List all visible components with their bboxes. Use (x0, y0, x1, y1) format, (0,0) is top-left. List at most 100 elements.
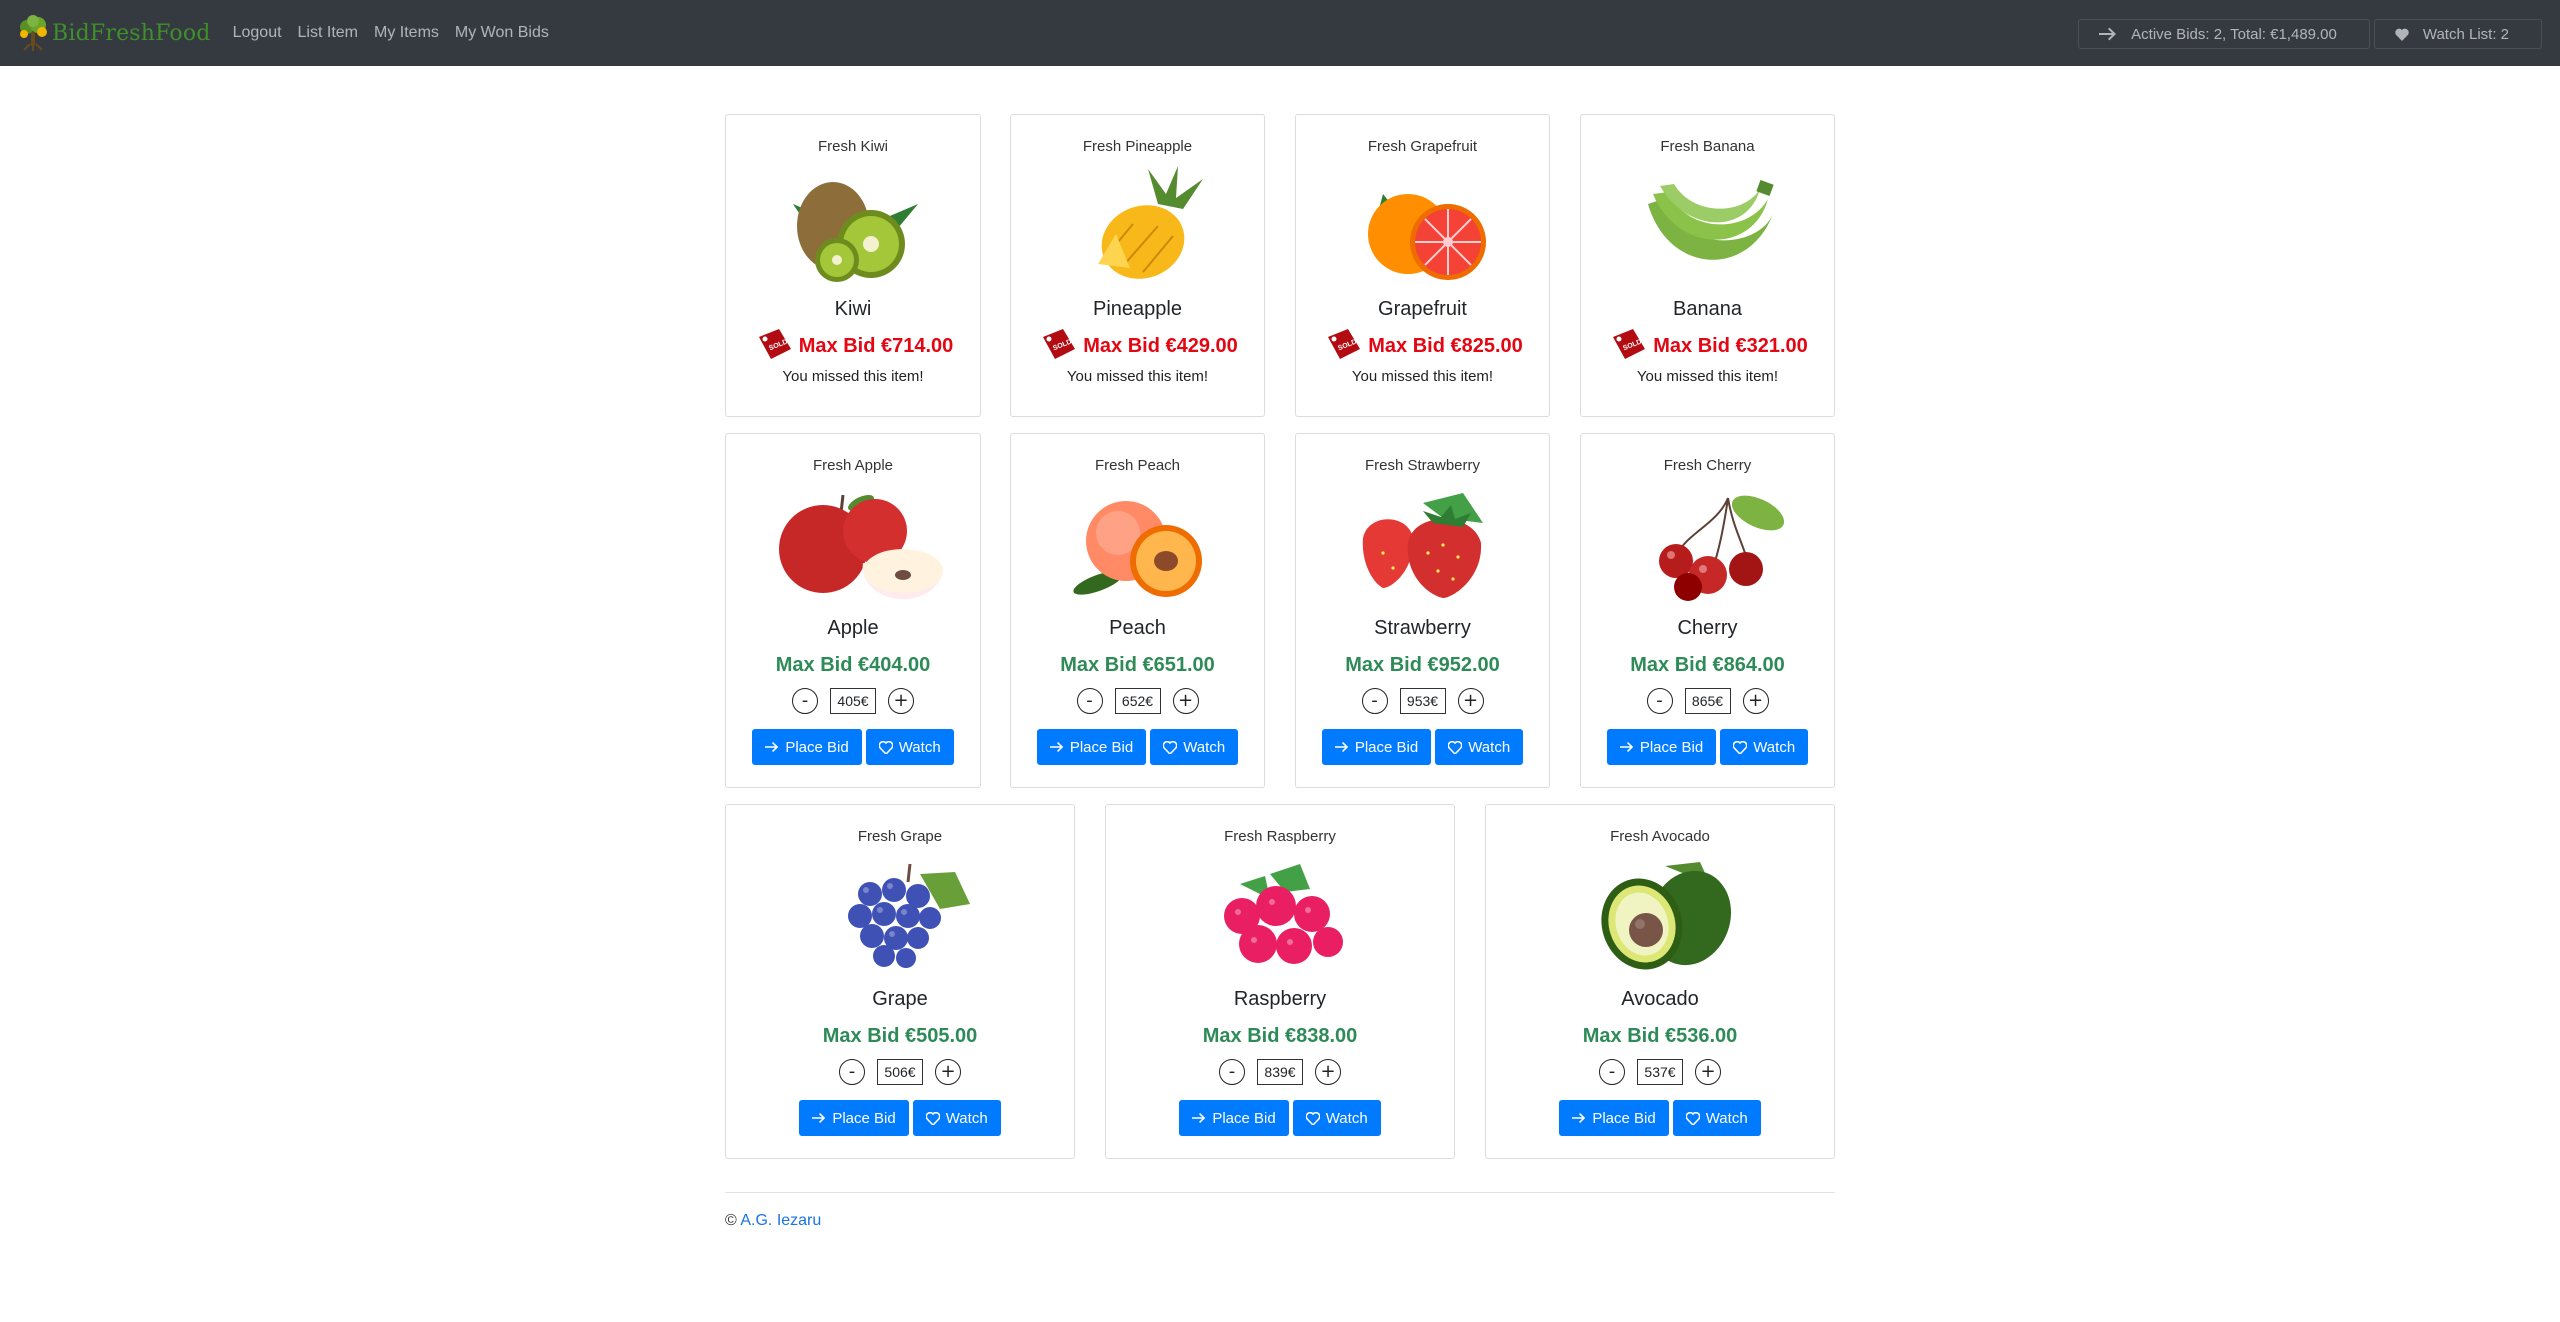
arrow-right-icon (1334, 742, 1349, 752)
bid-amount-input[interactable] (1399, 688, 1446, 714)
cherry-image (1608, 483, 1808, 605)
bid-stepper: - + (1076, 687, 1199, 715)
watch-button[interactable]: Watch (1720, 729, 1809, 765)
nav-logout[interactable]: Logout (233, 24, 282, 42)
watch-button[interactable]: Watch (1435, 729, 1524, 765)
item-name: Grapefruit (1378, 298, 1467, 320)
place-bid-button[interactable]: Place Bid (1036, 729, 1147, 765)
arrow-right-icon (1619, 742, 1634, 752)
item-card-raspberry: Fresh Raspberry Raspberry Max Bid €838.0… (1105, 804, 1455, 1159)
watch-list-pill[interactable]: Watch List: 2 (2373, 19, 2542, 49)
nav-my-items[interactable]: My Items (374, 24, 439, 42)
heart-icon (1733, 740, 1748, 754)
increase-bid-button[interactable]: + (935, 1059, 961, 1085)
raspberry-image (1180, 854, 1380, 976)
heart-icon (925, 1111, 940, 1125)
place-bid-button[interactable]: Place Bid (752, 729, 862, 765)
decrease-bid-button[interactable]: - (839, 1059, 865, 1085)
pineapple-image (1038, 164, 1238, 286)
banana-image (1608, 164, 1808, 286)
decrease-bid-button[interactable]: - (1599, 1059, 1625, 1085)
heart-icon (2395, 28, 2409, 41)
watch-button[interactable]: Watch (865, 729, 954, 765)
increase-bid-button[interactable]: + (1315, 1059, 1341, 1085)
bid-amount-input[interactable] (1114, 688, 1161, 714)
item-name: Kiwi (834, 298, 872, 320)
max-bid-price: Max Bid €952.00 (1345, 653, 1500, 676)
card-header: Fresh Avocado (1610, 828, 1710, 845)
place-bid-button[interactable]: Place Bid (1559, 1100, 1669, 1136)
decrease-bid-button[interactable]: - (1219, 1059, 1245, 1085)
bid-amount-input[interactable] (1637, 1059, 1683, 1085)
nav-status-group: Active Bids: 2, Total: €1,489.00 Watch L… (2078, 19, 2542, 49)
sold-tag-icon: SOLD (1043, 329, 1076, 359)
place-bid-button[interactable]: Place Bid (799, 1100, 909, 1136)
card-header: Fresh Apple (812, 457, 894, 474)
increase-bid-button[interactable]: + (1742, 688, 1769, 714)
item-name: Raspberry (1233, 988, 1327, 1010)
item-name: Grape (872, 988, 928, 1010)
sold-tag-icon: SOLD (1613, 329, 1646, 359)
bid-amount-input[interactable] (830, 688, 876, 714)
increase-bid-button[interactable]: + (1172, 688, 1199, 714)
card-header: Fresh Peach (1094, 457, 1181, 474)
card-header: Fresh Raspberry (1224, 828, 1336, 845)
watch-button[interactable]: Watch (1150, 729, 1239, 765)
card-header: Fresh Cherry (1663, 457, 1752, 474)
place-bid-button[interactable]: Place Bid (1321, 729, 1432, 765)
bid-amount-input[interactable] (1257, 1059, 1303, 1085)
bid-amount-input[interactable] (1684, 688, 1731, 714)
max-bid-price: SOLD Max Bid €825.00 (1322, 329, 1523, 359)
active-bids-pill[interactable]: Active Bids: 2, Total: €1,489.00 (2078, 19, 2370, 49)
brand-text: BidFreshFood (52, 20, 211, 46)
max-bid-price: SOLD Max Bid €429.00 (1037, 329, 1238, 359)
increase-bid-button[interactable]: + (888, 688, 914, 714)
max-bid-price: SOLD Max Bid €321.00 (1607, 329, 1808, 359)
card-header: Fresh Strawberry (1364, 457, 1481, 474)
card-header: Fresh Grapefruit (1367, 138, 1478, 155)
item-name: Cherry (1677, 617, 1738, 639)
place-bid-button[interactable]: Place Bid (1179, 1100, 1289, 1136)
card-actions: Place Bid Watch (1559, 1100, 1761, 1136)
card-actions: Place Bid Watch (1321, 729, 1524, 765)
increase-bid-button[interactable]: + (1457, 688, 1484, 714)
decrease-bid-button[interactable]: - (1076, 688, 1103, 714)
decrease-bid-button[interactable]: - (1361, 688, 1388, 714)
watch-button[interactable]: Watch (1292, 1100, 1381, 1136)
decrease-bid-button[interactable]: - (1646, 688, 1673, 714)
watch-button[interactable]: Watch (1672, 1100, 1761, 1136)
item-name: Apple (827, 617, 879, 639)
place-bid-button[interactable]: Place Bid (1606, 729, 1717, 765)
heart-icon (1685, 1111, 1700, 1125)
tree-logo-icon (20, 15, 47, 51)
nav-list-item[interactable]: List Item (298, 24, 358, 42)
watch-list-text: Watch List: 2 (2422, 25, 2509, 43)
card-header: Fresh Grape (857, 828, 943, 845)
increase-bid-button[interactable]: + (1695, 1059, 1721, 1085)
max-bid-price: SOLD Max Bid €714.00 (753, 329, 953, 359)
arrow-right-icon (1192, 1113, 1206, 1123)
max-bid-price: Max Bid €505.00 (822, 1024, 978, 1047)
avocado-image (1560, 854, 1760, 976)
item-card-peach: Fresh Peach Peach Max Bid €651.00 - + Pl… (1010, 433, 1265, 788)
max-bid-price: Max Bid €404.00 (775, 653, 931, 676)
item-name: Peach (1109, 617, 1166, 639)
bid-stepper: - + (1646, 687, 1769, 715)
arrow-right-icon (765, 742, 779, 752)
bid-amount-input[interactable] (877, 1059, 923, 1085)
bid-stepper: - + (1599, 1058, 1721, 1086)
watch-button[interactable]: Watch (912, 1100, 1001, 1136)
nav-my-won-bids[interactable]: My Won Bids (455, 24, 549, 42)
missed-message: You missed this item! (1351, 368, 1494, 385)
item-name: Banana (1673, 298, 1742, 320)
brand-link[interactable]: BidFreshFood (16, 14, 211, 52)
arrow-right-icon (1049, 742, 1064, 752)
author-link[interactable]: A.G. Iezaru (740, 1212, 821, 1229)
arrow-right-icon (812, 1113, 826, 1123)
missed-message: You missed this item! (1066, 368, 1209, 385)
item-card-cherry: Fresh Cherry Cherry Max Bid €864.00 - + … (1580, 433, 1835, 788)
item-name: Strawberry (1374, 617, 1471, 639)
item-card-grape: Fresh Grape Grape Max Bid €505.00 - + Pl… (725, 804, 1075, 1159)
decrease-bid-button[interactable]: - (792, 688, 818, 714)
footer: © A.G. Iezaru (725, 1212, 821, 1230)
